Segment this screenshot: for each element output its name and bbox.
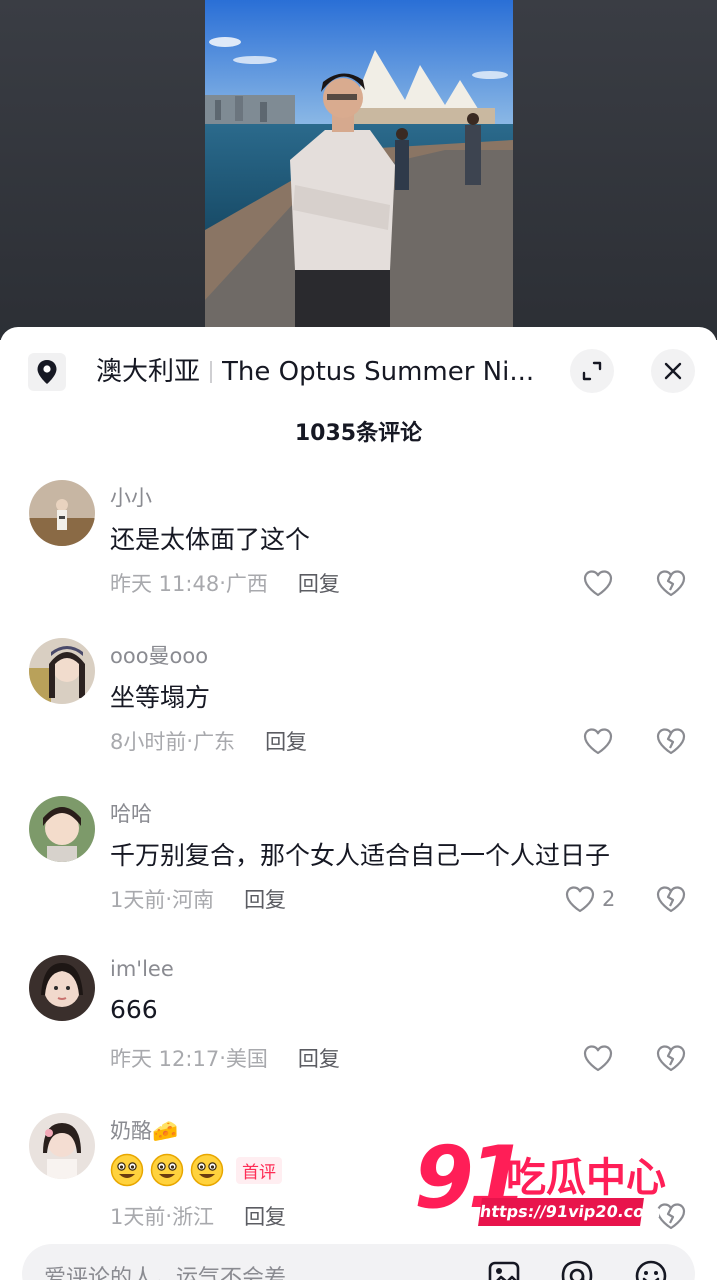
dislike-button[interactable] bbox=[655, 884, 687, 918]
comment-time: 1天前 bbox=[110, 1205, 166, 1229]
dislike-button[interactable] bbox=[655, 1043, 687, 1077]
comment-text: 首评 bbox=[110, 1153, 282, 1187]
comment-input-bar[interactable]: 爱评论的人，运气不会差 bbox=[22, 1244, 695, 1280]
expand-icon bbox=[582, 361, 602, 381]
avatar[interactable] bbox=[29, 955, 95, 1021]
comment-time: 昨天 11:48 bbox=[110, 572, 220, 596]
like-button[interactable] bbox=[582, 568, 620, 598]
grinning-emoji-icon bbox=[150, 1153, 184, 1187]
reply-button[interactable]: 回复 bbox=[265, 726, 307, 756]
broken-heart-icon bbox=[656, 570, 686, 597]
avatar[interactable] bbox=[29, 638, 95, 704]
grinning-emoji-icon bbox=[190, 1153, 224, 1187]
avatar[interactable] bbox=[29, 796, 95, 862]
meta-dot: · bbox=[165, 1204, 173, 1228]
emoji-icon[interactable] bbox=[633, 1258, 669, 1280]
comment-item[interactable]: ooo曼ooo 坐等塌方 8小时前 · 广东 回复 bbox=[0, 638, 717, 778]
like-button[interactable]: 2 bbox=[564, 884, 615, 914]
comment-author[interactable]: ooo曼ooo bbox=[110, 640, 208, 670]
comment-place: 河南 bbox=[172, 888, 215, 912]
comment-author[interactable]: 奶酪🧀 bbox=[110, 1115, 178, 1145]
heart-icon bbox=[583, 728, 613, 755]
location-divider bbox=[210, 361, 213, 383]
comment-text: 千万别复合，那个女人适合自己一个人过日子 bbox=[110, 841, 611, 870]
comment-time: 1天前 bbox=[110, 888, 166, 912]
avatar[interactable] bbox=[29, 1113, 95, 1179]
comment-author[interactable]: im'lee bbox=[110, 957, 174, 981]
image-icon[interactable] bbox=[486, 1258, 522, 1280]
like-count: 2 bbox=[602, 887, 616, 911]
broken-heart-icon bbox=[656, 728, 686, 755]
location-region: 澳大利亚 bbox=[96, 357, 201, 387]
comment-text: 666 bbox=[110, 995, 158, 1024]
grinning-emoji-icon bbox=[110, 1153, 144, 1187]
heart-icon bbox=[565, 886, 595, 913]
broken-heart-icon bbox=[656, 1045, 686, 1072]
at-icon[interactable] bbox=[559, 1258, 595, 1280]
comment-meta: 昨天 12:17 · 美国 回复 bbox=[110, 1043, 340, 1073]
comment-time: 8小时前 bbox=[110, 730, 187, 754]
reply-button[interactable]: 回复 bbox=[244, 1201, 286, 1231]
comment-text: 坐等塌方 bbox=[110, 683, 211, 712]
meta-dot: · bbox=[219, 571, 226, 595]
broken-heart-icon bbox=[656, 886, 686, 913]
comment-item[interactable]: im'lee 666 昨天 12:17 · 美国 回复 bbox=[0, 955, 717, 1095]
comment-meta: 昨天 11:48 · 广西 回复 bbox=[110, 568, 340, 598]
comment-meta: 1天前 · 浙江 回复 bbox=[110, 1201, 286, 1231]
comment-place: 美国 bbox=[225, 1047, 268, 1071]
meta-dot: · bbox=[165, 887, 173, 911]
like-button[interactable] bbox=[582, 1043, 620, 1073]
watermark-logo: 91 吃瓜中心 https://91vip20.com bbox=[414, 1135, 666, 1235]
comment-place: 浙江 bbox=[172, 1205, 215, 1229]
reply-button[interactable]: 回复 bbox=[298, 568, 340, 598]
comment-text: 还是太体面了这个 bbox=[110, 525, 311, 554]
heart-icon bbox=[583, 1045, 613, 1072]
meta-dot: · bbox=[219, 1046, 226, 1070]
reply-button[interactable]: 回复 bbox=[244, 884, 286, 914]
comment-place: 广西 bbox=[225, 572, 268, 596]
comment-time: 昨天 12:17 bbox=[110, 1047, 220, 1071]
comment-place: 广东 bbox=[193, 730, 236, 754]
location-title: The Optus Summer Ni... bbox=[222, 357, 535, 387]
comment-author[interactable]: 哈哈 bbox=[110, 798, 152, 828]
comment-item[interactable]: 小小 还是太体面了这个 昨天 11:48 · 广西 回复 bbox=[0, 480, 717, 620]
comment-meta: 1天前 · 河南 回复 bbox=[110, 884, 286, 914]
dislike-button[interactable] bbox=[655, 568, 687, 602]
close-button[interactable] bbox=[651, 349, 695, 393]
heart-icon bbox=[583, 570, 613, 597]
comment-author[interactable]: 小小 bbox=[110, 482, 152, 512]
comment-count: 1035条评论 bbox=[294, 421, 423, 446]
location-bar[interactable]: 澳大利亚 The Optus Summer Ni... bbox=[0, 327, 717, 417]
dislike-button[interactable] bbox=[655, 726, 687, 760]
reply-button[interactable]: 回复 bbox=[298, 1043, 340, 1073]
watermark-url: https://91vip20.com bbox=[478, 1198, 662, 1226]
like-button[interactable] bbox=[582, 726, 620, 756]
location-pin-icon bbox=[28, 353, 66, 391]
expand-button[interactable] bbox=[570, 349, 614, 393]
comment-input[interactable]: 爱评论的人，运气不会差 bbox=[44, 1260, 286, 1280]
location-text[interactable]: 澳大利亚 The Optus Summer Ni... bbox=[96, 355, 536, 389]
avatar[interactable] bbox=[29, 480, 95, 546]
comment-meta: 8小时前 · 广东 回复 bbox=[110, 726, 307, 756]
watermark-text: 吃瓜中心 bbox=[506, 1155, 666, 1201]
first-comment-badge: 首评 bbox=[236, 1156, 282, 1184]
comment-item[interactable]: 哈哈 千万别复合，那个女人适合自己一个人过日子 1天前 · 河南 回复 2 bbox=[0, 796, 717, 936]
meta-dot: · bbox=[186, 729, 194, 753]
video-frame bbox=[205, 0, 513, 340]
close-icon bbox=[664, 362, 682, 380]
video-player[interactable] bbox=[0, 0, 717, 340]
